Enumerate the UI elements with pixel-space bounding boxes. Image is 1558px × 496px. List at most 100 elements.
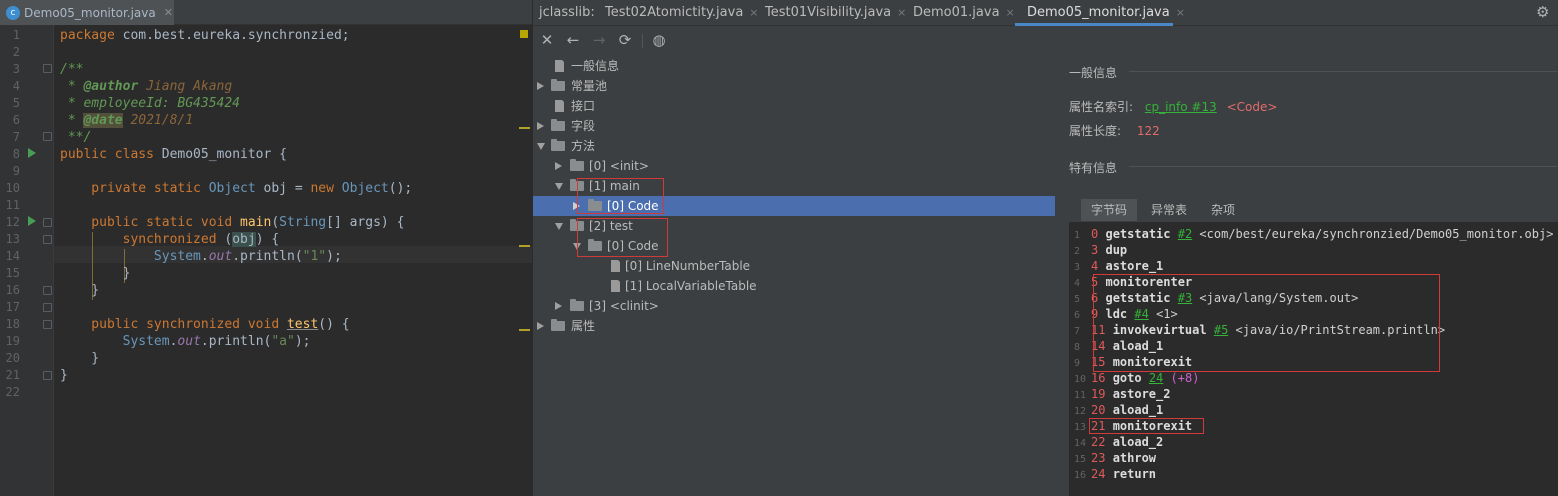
code-token: System: [122, 334, 170, 349]
code-token: ();: [388, 181, 413, 196]
fold-icon[interactable]: [43, 286, 52, 295]
tree-item-label: 字段: [571, 119, 596, 133]
expand-arrow-icon[interactable]: [555, 302, 562, 310]
code-token: public class: [60, 147, 162, 162]
bytecode-ref-link[interactable]: 24: [1149, 371, 1163, 385]
scroll-marker[interactable]: [519, 329, 530, 331]
back-icon[interactable]: ←: [563, 30, 583, 50]
line-number: 11: [5, 198, 20, 212]
bytecode-argument: <com/best/eureka/synchronzied/Demo05_mon…: [1199, 227, 1554, 241]
bytecode-line: 10 getstatic #2 <com/best/eureka/synchro…: [1069, 226, 1558, 242]
browser-icon[interactable]: ◍: [649, 30, 669, 50]
class-structure-tree[interactable]: 一般信息 常量池 接口 字段 方法 [0] <init> [1] main [0…: [533, 54, 1055, 496]
jclasslib-toolbar: ✕ ← → ⟳ ◍: [533, 26, 1558, 54]
fold-icon[interactable]: [43, 320, 52, 329]
jclasslib-tab[interactable]: Test02Atomictity.java ×: [605, 0, 759, 26]
code-token: Jiang Akang: [138, 79, 233, 94]
expand-arrow-icon[interactable]: [555, 162, 562, 170]
close-tab-icon[interactable]: ×: [749, 6, 758, 19]
tree-item-method-init[interactable]: [0] <init>: [533, 156, 1055, 176]
refresh-icon[interactable]: ⟳: [615, 30, 635, 50]
line-number: 12: [5, 215, 20, 229]
tree-item-attributes[interactable]: 属性: [533, 316, 1055, 336]
close-icon[interactable]: ✕: [537, 30, 557, 50]
close-tab-icon[interactable]: ×: [1176, 6, 1185, 19]
tree-item-label: 属性: [571, 319, 596, 333]
jclasslib-tab-bar: jclasslib: Test02Atomictity.java × Test01…: [533, 0, 1558, 26]
code-line: }: [60, 283, 100, 298]
bytecode-line: 11 19 astore_2: [1069, 386, 1558, 402]
code-token: out: [177, 334, 201, 349]
bytecode-listing[interactable]: 10 getstatic #2 <com/best/eureka/synchro…: [1069, 222, 1558, 496]
fold-icon[interactable]: [43, 218, 52, 227]
folder-icon: [551, 119, 565, 131]
bytecode-offset: 23: [1091, 451, 1106, 465]
line-number: 14: [5, 249, 20, 263]
code-area[interactable]: package com.best.eureka.synchronzied; /*…: [60, 25, 530, 496]
jclasslib-label: jclasslib:: [539, 5, 595, 20]
editor-tab[interactable]: c Demo05_monitor.java ✕: [0, 0, 174, 25]
run-main-icon[interactable]: [28, 216, 36, 226]
bytecode-ref-link[interactable]: #2: [1178, 227, 1192, 241]
collapse-arrow-icon[interactable]: [537, 143, 545, 150]
jclasslib-tab[interactable]: Test01Visibility.java ×: [765, 0, 906, 26]
code-token: 2021/8/1: [122, 113, 194, 128]
tree-item-method-clinit[interactable]: [3] <clinit>: [533, 296, 1055, 316]
code-token: *: [60, 79, 84, 94]
tree-item-methods[interactable]: 方法: [533, 136, 1055, 156]
tab-misc[interactable]: 杂项: [1201, 199, 1245, 221]
line-number: 8: [12, 147, 20, 161]
tab-label: Demo05_monitor.java: [1027, 5, 1170, 20]
fold-icon[interactable]: [43, 235, 52, 244]
fold-icon[interactable]: [43, 132, 52, 141]
close-tab-icon[interactable]: ×: [897, 6, 906, 19]
code-line: package com.best.eureka.synchronzied;: [60, 27, 350, 44]
tab-exception-table[interactable]: 异常表: [1141, 199, 1197, 221]
tab-bytecode[interactable]: 字节码: [1081, 199, 1137, 221]
inspection-indicator-icon[interactable]: [520, 30, 528, 38]
cp-info-link[interactable]: cp_info #13: [1145, 100, 1217, 114]
fold-icon[interactable]: [43, 371, 52, 380]
code-line: * employeeId: BG435424: [60, 96, 241, 111]
tree-item-label: [0] LineNumberTable: [625, 259, 751, 273]
code-token: com.best.eureka.synchronzied;: [114, 28, 350, 43]
tree-item-constant-pool[interactable]: 常量池: [533, 76, 1055, 96]
code-token: @author: [83, 79, 139, 94]
code-token: Object: [341, 181, 389, 196]
bytecode-offset: 0: [1091, 227, 1099, 241]
collapse-arrow-icon[interactable]: [555, 183, 563, 190]
folder-icon: [551, 79, 565, 91]
line-number-gutter[interactable]: 1 2 3 4 5 6 7 8 9 10 11 12 13 14 15 16 1…: [0, 25, 54, 496]
fold-icon[interactable]: [43, 303, 52, 312]
bytecode-line: 12 20 aload_1: [1069, 402, 1558, 418]
tree-item-line-number-table[interactable]: [0] LineNumberTable: [533, 256, 1055, 276]
expand-arrow-icon[interactable]: [537, 82, 544, 90]
code-token: ) {: [255, 232, 280, 247]
run-class-icon[interactable]: [28, 148, 36, 158]
expand-arrow-icon[interactable]: [537, 322, 544, 330]
fold-icon[interactable]: [43, 64, 52, 73]
editor-tab-bar: c Demo05_monitor.java ✕: [0, 0, 532, 25]
name-index-label: 属性名索引:: [1069, 100, 1134, 114]
gear-icon[interactable]: ⚙: [1536, 3, 1549, 21]
code-token: obj =: [255, 181, 311, 196]
tree-item-interfaces[interactable]: 接口: [533, 96, 1055, 116]
close-tab-icon[interactable]: ✕: [164, 6, 173, 19]
forward-icon[interactable]: →: [589, 30, 609, 50]
tab-label: Test01Visibility.java: [765, 5, 892, 20]
jclasslib-tab[interactable]: Demo01.java ×: [913, 0, 1015, 26]
expand-arrow-icon[interactable]: [537, 122, 544, 130]
bytecode-line: 16 24 return: [1069, 466, 1558, 482]
collapse-arrow-icon[interactable]: [555, 223, 563, 230]
tree-item-general-info[interactable]: 一般信息: [533, 56, 1055, 76]
attribute-info-panel: 一般信息 属性名索引: cp_info #13 <Code> 属性长度: 122…: [1069, 54, 1558, 496]
attribute-length-value: 122: [1136, 124, 1160, 138]
line-number: 6: [12, 113, 20, 127]
code-token: package: [60, 28, 115, 43]
tree-item-fields[interactable]: 字段: [533, 116, 1055, 136]
tree-item-local-variable-table[interactable]: [1] LocalVariableTable: [533, 276, 1055, 296]
scroll-marker[interactable]: [519, 127, 530, 129]
code-editor[interactable]: c Demo05_monitor.java ✕ 1 2 3 4 5 6 7 8 …: [0, 0, 532, 496]
close-tab-icon[interactable]: ×: [1006, 6, 1015, 19]
scroll-marker[interactable]: [519, 245, 530, 247]
